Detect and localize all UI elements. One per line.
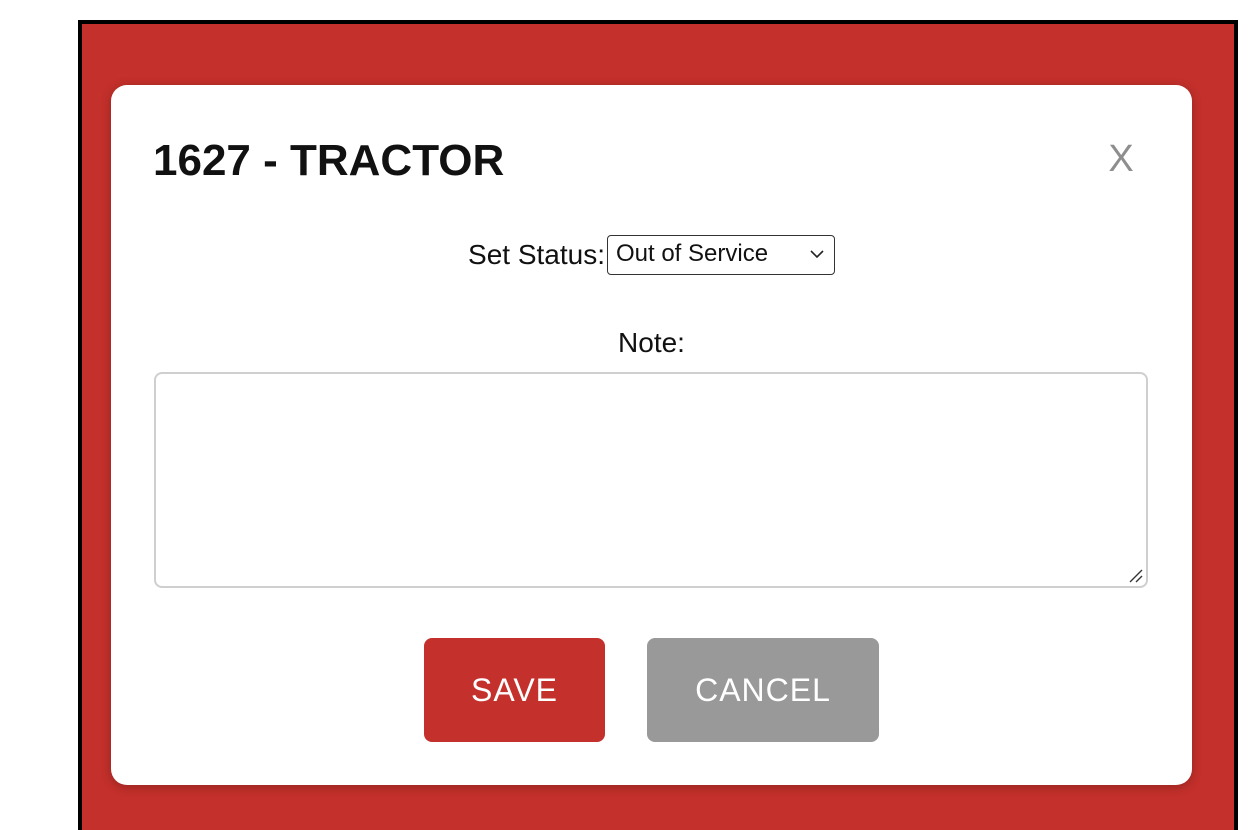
status-row: Set Status: Out of Service [111, 234, 1192, 277]
status-select[interactable]: Out of Service [606, 234, 835, 275]
status-select-value: Out of Service [615, 239, 769, 267]
cancel-button[interactable]: CANCEL [647, 638, 879, 742]
save-button[interactable]: SAVE [424, 638, 605, 742]
resize-handle-icon[interactable] [1126, 566, 1144, 584]
status-modal: 1627 - TRACTOR X Set Status: Out of Serv… [111, 85, 1192, 785]
close-icon[interactable]: X [1101, 137, 1141, 181]
note-label: Note: [618, 327, 685, 358]
modal-title: 1627 - TRACTOR [153, 136, 505, 185]
status-label: Set Status: [468, 239, 605, 270]
note-textarea[interactable] [154, 372, 1148, 588]
chevron-down-icon [810, 250, 824, 258]
